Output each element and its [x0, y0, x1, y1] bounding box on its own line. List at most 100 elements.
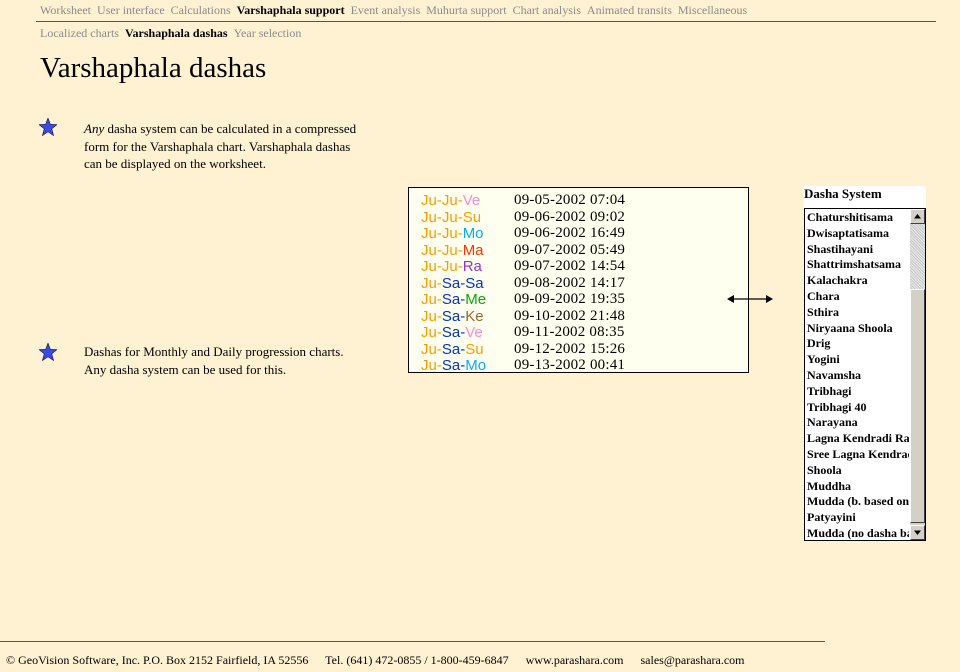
bullet-line: Any dasha system can be used for this. — [84, 361, 287, 377]
planet-abbrev: Ju — [441, 225, 458, 242]
dasha-system-option[interactable]: Tribhagi 40 — [807, 400, 909, 415]
dasha-system-option[interactable]: Chara — [807, 289, 909, 304]
nav-item-miscellaneous[interactable]: Miscellaneous — [678, 3, 747, 17]
planet-abbrev: Ke — [465, 307, 484, 325]
planet-abbrev: Ju — [441, 208, 458, 226]
bullet-line: can be displayed on the worksheet. — [84, 156, 266, 171]
dasha-start-date: 09-07-2002 14:54 — [514, 258, 626, 274]
page-title: Varshaphala dashas — [40, 52, 267, 84]
dasha-system-option[interactable]: Drig — [807, 336, 909, 351]
subnav-item-varshaphala-dashas[interactable]: Varshaphala dashas — [125, 26, 228, 40]
footer-email-link[interactable]: sales@parashara.com — [641, 653, 745, 667]
dasha-system-selector: Dasha System Mudda (no dasha bal Patyayin… — [804, 186, 926, 541]
planet-abbrev: Mo — [465, 357, 487, 373]
dasha-start-date: 09-05-2002 07:04 — [514, 192, 626, 208]
planet-abbrev: Ve — [462, 192, 481, 209]
star-icon — [39, 343, 57, 361]
dasha-period-name: Ju-Sa-Mo — [421, 357, 487, 373]
nav-item-muhurta-support[interactable]: Muhurta support — [426, 3, 506, 17]
subnav-item-year-selection[interactable]: Year selection — [234, 26, 302, 40]
dasha-system-list[interactable]: Mudda (no dasha bal Patyayini Mudda (b. ba… — [804, 208, 926, 541]
dasha-system-option[interactable]: Lagna Kendradi Rasi — [807, 431, 909, 446]
planet-abbrev: Sa — [441, 340, 461, 358]
planet-abbrev: Sa — [441, 324, 461, 341]
dasha-system-option[interactable]: Sthira — [807, 305, 909, 320]
top-divider — [36, 21, 936, 22]
planet-abbrev: Su — [465, 340, 484, 358]
dasha-system-option[interactable]: Chaturshitisama — [807, 210, 909, 225]
dasha-system-option[interactable]: Mudda (no dasha bal — [807, 526, 909, 540]
scroll-thumb[interactable] — [910, 289, 925, 523]
planet-abbrev: Ju — [421, 324, 437, 341]
dasha-period-name: Ju-Sa-Ke — [421, 308, 484, 325]
dasha-system-option[interactable]: Patyayini — [807, 510, 909, 525]
dasha-period-name: Ju-Ju-Ra — [421, 258, 482, 275]
dasha-period-name: Ju-Sa-Su — [421, 341, 484, 358]
bullet-text-varshaphala: Any dasha system can be calculated in a … — [84, 120, 356, 173]
planet-abbrev: Ra — [462, 258, 482, 275]
dasha-system-option[interactable]: Navamsha — [807, 368, 909, 383]
planet-abbrev: Ju — [421, 340, 437, 358]
dasha-system-option[interactable]: Narayana — [807, 415, 909, 430]
dasha-period-name: Ju-Sa-Me — [421, 291, 486, 308]
sub-navigation: Localized charts Varshaphala dashas Year s… — [40, 26, 307, 41]
dasha-system-option[interactable]: Dwisaptatisama — [807, 226, 909, 241]
dasha-start-date: 09-06-2002 16:49 — [514, 225, 626, 241]
scroll-down-button[interactable] — [910, 525, 925, 540]
planet-abbrev: Me — [465, 291, 487, 308]
emphasis-text: Any — [84, 121, 105, 136]
nav-item-user-interface[interactable]: User interface — [97, 3, 165, 17]
dasha-period-name: Ju-Sa-Sa — [421, 275, 484, 292]
dasha-period-name: Ju-Ju-Ve — [421, 192, 480, 209]
scroll-up-button[interactable] — [910, 209, 925, 224]
double-arrow-icon — [727, 295, 773, 303]
dasha-system-option[interactable]: Yogini — [807, 352, 909, 367]
nav-item-calculations[interactable]: Calculations — [171, 3, 231, 17]
planet-abbrev: Ju — [441, 241, 458, 259]
dasha-start-date: 09-13-2002 00:41 — [514, 357, 626, 373]
dasha-period-name: Ju-Ju-Mo — [421, 225, 484, 242]
planet-abbrev: Sa — [465, 274, 484, 292]
dasha-period-name: Ju-Sa-Ve — [421, 324, 483, 341]
footer-website-link[interactable]: www.parashara.com — [526, 653, 624, 667]
nav-item-chart-analysis[interactable]: Chart analysis — [513, 3, 581, 17]
nav-item-event-analysis[interactable]: Event analysis — [351, 3, 421, 17]
dasha-system-option[interactable]: Mudda (b. based on — [807, 494, 909, 509]
dasha-system-option[interactable]: Shastihayani — [807, 242, 909, 257]
dasha-system-option[interactable]: Tribhagi — [807, 384, 909, 399]
footer-divider — [0, 641, 825, 642]
dasha-system-option[interactable]: Muddha — [807, 479, 909, 494]
planet-abbrev: Sa — [441, 357, 461, 373]
planet-abbrev: Ju — [421, 307, 437, 325]
planet-abbrev: Ju — [421, 208, 437, 226]
dasha-system-title: Dasha System — [804, 186, 926, 208]
planet-abbrev: Sa — [441, 307, 461, 325]
dasha-system-option[interactable]: Shoola — [807, 463, 909, 478]
star-icon — [39, 118, 57, 136]
planet-abbrev: Sa — [441, 291, 461, 308]
dasha-system-option[interactable]: Shattrimshatsama — [807, 257, 909, 272]
planet-abbrev: Ju — [421, 225, 437, 242]
subnav-item-localized-charts[interactable]: Localized charts — [40, 26, 119, 40]
planet-abbrev: Ju — [421, 274, 437, 292]
footer: © GeoVision Software, Inc. P.O. Box 2152… — [6, 653, 759, 668]
planet-abbrev: Ju — [421, 357, 437, 373]
dasha-start-date: 09-11-2002 08:35 — [514, 324, 625, 340]
dasha-periods-panel: Ju-Ju-Ve 09-05-2002 07:04 Ju-Ju-Su 09-06-20… — [408, 187, 749, 373]
list-scrollbar[interactable] — [910, 209, 925, 540]
nav-item-worksheet[interactable]: Worksheet — [40, 3, 91, 17]
dasha-system-option[interactable]: Kalachakra — [807, 273, 909, 288]
scroll-track[interactable] — [910, 224, 925, 289]
planet-abbrev: Ju — [421, 192, 437, 209]
nav-item-varshaphala-support[interactable]: Varshaphala support — [237, 3, 345, 17]
planet-abbrev: Ma — [462, 241, 484, 259]
planet-abbrev: Ve — [465, 324, 483, 341]
bullet-line: Dashas for Monthly and Daily progression… — [84, 344, 344, 359]
planet-abbrev: Ju — [421, 291, 437, 308]
planet-abbrev: Su — [462, 208, 482, 226]
dasha-period-name: Ju-Ju-Ma — [421, 242, 484, 259]
dasha-system-option[interactable]: Niryaana Shoola — [807, 321, 909, 336]
dasha-start-date: 09-07-2002 05:49 — [514, 241, 626, 258]
dasha-system-option[interactable]: Sree Lagna Kendradi — [807, 447, 909, 462]
nav-item-animated-transits[interactable]: Animated transits — [587, 3, 672, 17]
